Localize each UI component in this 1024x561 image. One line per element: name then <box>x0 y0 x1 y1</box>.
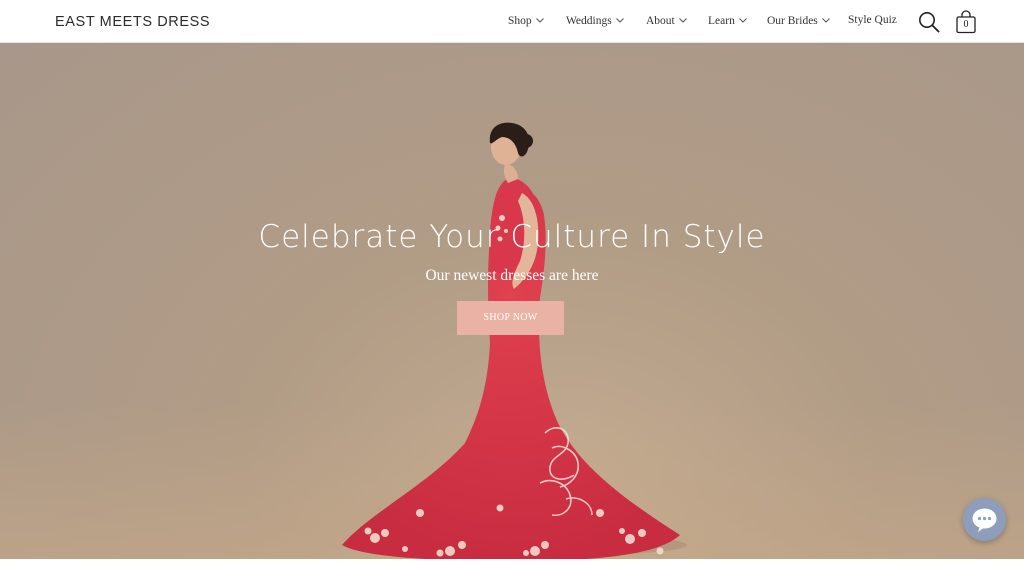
search-icon[interactable] <box>918 11 940 38</box>
nav-item-label: Weddings <box>566 15 612 27</box>
hero-subtitle: Our newest dresses are here <box>425 267 599 284</box>
nav-item-shop[interactable]: Shop <box>508 14 544 27</box>
cart-button[interactable]: 0 <box>955 10 977 34</box>
chevron-down-icon <box>678 14 687 26</box>
cart-count: 0 <box>963 19 969 30</box>
nav-item-label: Style Quiz <box>848 14 897 26</box>
nav-item-label: Shop <box>508 15 532 27</box>
brand-logo[interactable]: EAST MEETS DRESS <box>55 14 210 30</box>
chat-bubble-icon <box>972 508 997 532</box>
shop-now-button[interactable]: SHOP NOW <box>457 301 564 335</box>
nav-item-learn[interactable]: Learn <box>708 14 747 27</box>
chevron-down-icon <box>821 14 830 26</box>
chevron-down-icon <box>738 14 747 26</box>
chat-button[interactable] <box>963 498 1006 541</box>
nav-item-style-quiz[interactable]: Style Quiz <box>848 14 897 26</box>
hero-title: Celebrate Your Culture In Style <box>258 219 766 255</box>
site-header: EAST MEETS DRESS Shop Weddings About Lea… <box>0 0 1024 43</box>
nav-item-label: About <box>646 15 675 27</box>
nav-item-about[interactable]: About <box>646 14 687 27</box>
nav-item-weddings[interactable]: Weddings <box>566 14 624 27</box>
hero-banner: Celebrate Your Culture In Style Our newe… <box>0 43 1024 559</box>
nav-item-label: Learn <box>708 15 735 27</box>
nav-item-our-brides[interactable]: Our Brides <box>767 14 830 27</box>
chevron-down-icon <box>615 14 624 26</box>
nav-item-label: Our Brides <box>767 15 818 27</box>
chevron-down-icon <box>535 14 544 26</box>
